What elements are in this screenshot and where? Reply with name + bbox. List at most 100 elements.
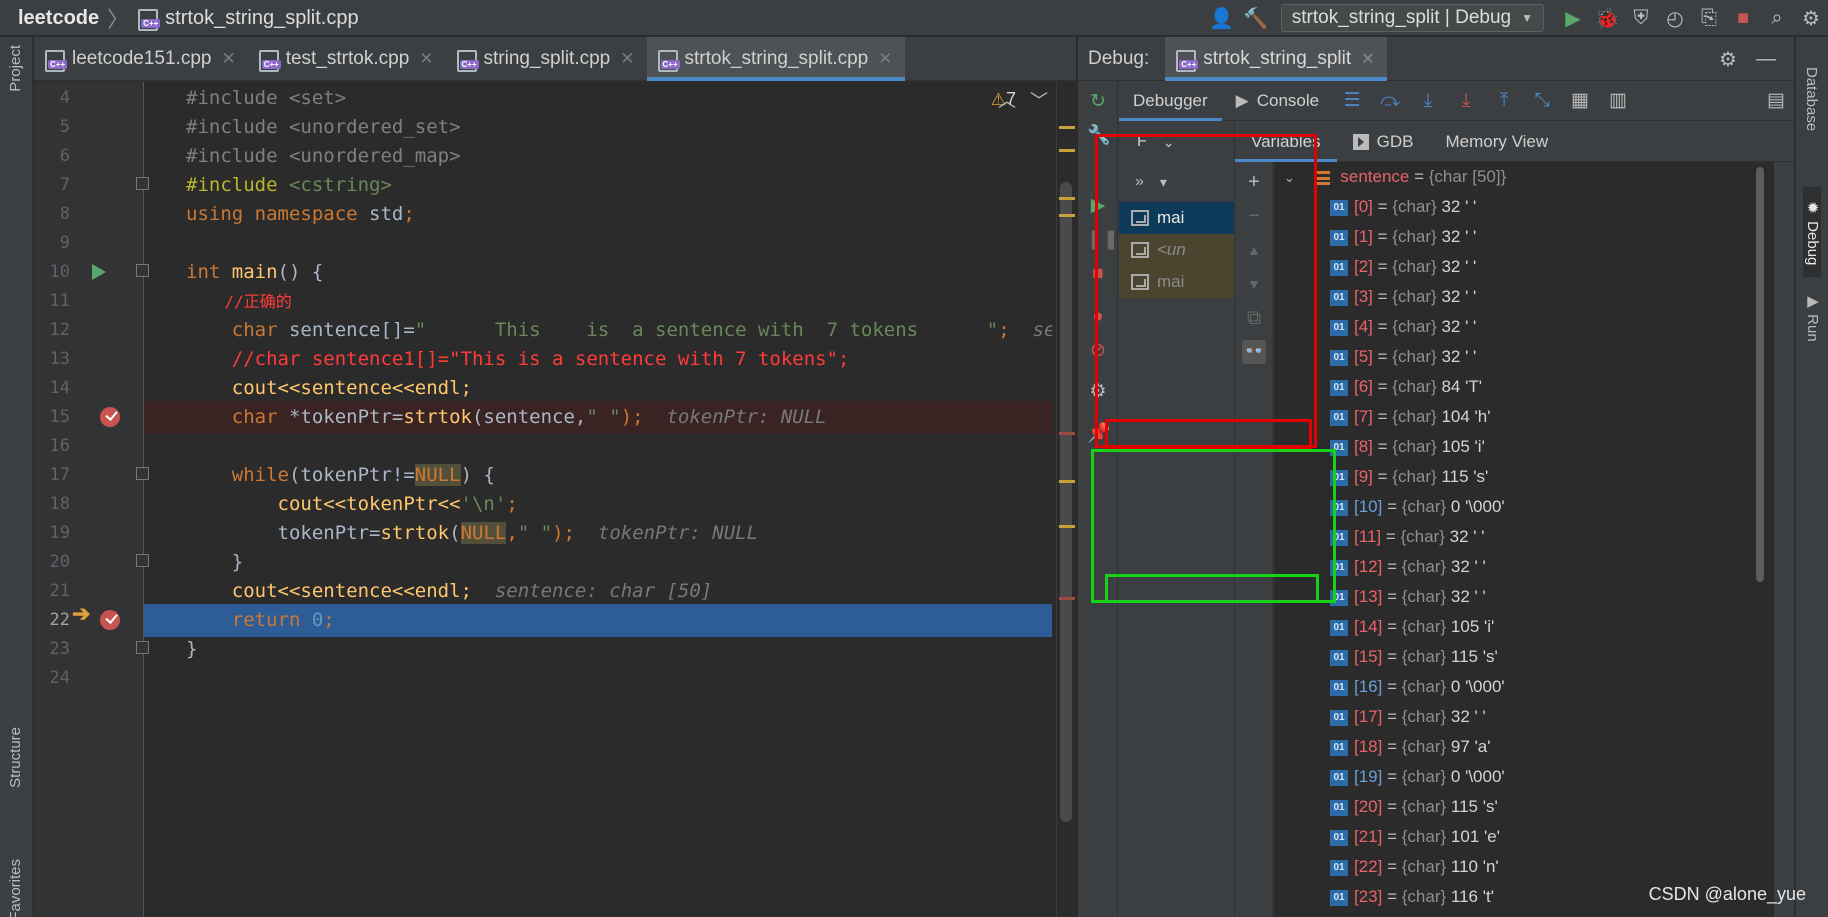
- layout-icon[interactable]: ▥: [1599, 81, 1637, 121]
- item-value: 32 ' ': [1449, 527, 1485, 546]
- primitive-value-icon: 01: [1330, 199, 1348, 216]
- item-index: [22]: [1354, 857, 1383, 876]
- variable-item-row[interactable]: 01 [22] = {char} 110 'n': [1330, 852, 1499, 882]
- variables-scrollbar[interactable]: [1754, 162, 1766, 917]
- search-icon[interactable]: ⌕: [1760, 0, 1794, 36]
- variable-item-row[interactable]: 01 [7] = {char} 104 'h': [1330, 402, 1491, 432]
- breakpoint-icon[interactable]: [100, 610, 120, 630]
- tab-gdb[interactable]: GDB: [1337, 122, 1430, 162]
- run-configuration-select[interactable]: strtok_string_split | Debug ▼: [1280, 4, 1544, 32]
- tab-string-split[interactable]: string_split.cpp ✕: [446, 37, 647, 81]
- profile-icon[interactable]: ◴: [1658, 0, 1692, 36]
- settings-gear-icon[interactable]: ⚙: [1709, 47, 1747, 72]
- item-type: {char}: [1392, 287, 1437, 306]
- variable-item-row[interactable]: 01 [21] = {char} 101 'e': [1330, 822, 1500, 852]
- variable-item-row[interactable]: 01 [2] = {char} 32 ' ': [1330, 252, 1476, 282]
- variable-item-row[interactable]: 01 [10] = {char} 0 '\000': [1330, 492, 1505, 522]
- variable-item-row[interactable]: 01 [9] = {char} 115 's': [1330, 462, 1488, 492]
- run-gutter-icon[interactable]: [92, 264, 106, 280]
- warning-stripe-marker[interactable]: [1059, 214, 1075, 217]
- step-into-icon[interactable]: ⤓: [1409, 81, 1447, 121]
- evaluate-expression-icon[interactable]: ▦: [1561, 81, 1599, 121]
- debug-tool-button[interactable]: ✹ Debug: [1803, 187, 1821, 278]
- variable-item-row[interactable]: 01 [0] = {char} 32 ' ': [1330, 192, 1476, 222]
- structure-tool-button[interactable]: Structure: [7, 727, 24, 788]
- variables-scrollbar-thumb[interactable]: [1756, 167, 1764, 582]
- variable-item-row[interactable]: 01 [5] = {char} 32 ' ': [1330, 342, 1476, 372]
- stop-icon[interactable]: ■: [1726, 0, 1760, 36]
- hammer-icon[interactable]: 🔨: [1239, 0, 1273, 36]
- variable-item-row[interactable]: 01 [19] = {char} 0 '\000': [1330, 762, 1505, 792]
- close-icon[interactable]: ✕: [419, 49, 433, 69]
- warning-stripe-marker[interactable]: [1059, 480, 1075, 483]
- variable-item-row[interactable]: 01 [3] = {char} 32 ' ': [1330, 282, 1476, 312]
- item-type: {char}: [1401, 827, 1447, 846]
- breakpoint-icon[interactable]: [100, 407, 120, 427]
- variable-item-row[interactable]: 01 [16] = {char} 0 '\000': [1330, 672, 1505, 702]
- breadcrumb-project[interactable]: leetcode: [18, 7, 99, 30]
- editor-scrollbar-thumb[interactable]: [1060, 182, 1072, 822]
- warning-stripe-marker[interactable]: [1059, 525, 1075, 528]
- variable-item-row[interactable]: 01 [20] = {char} 115 's': [1330, 792, 1498, 822]
- attach-icon[interactable]: ⎘: [1692, 0, 1726, 36]
- variable-item-row[interactable]: 01 [6] = {char} 84 'T': [1330, 372, 1482, 402]
- variable-item-row[interactable]: 01 [4] = {char} 32 ' ': [1330, 312, 1476, 342]
- close-icon[interactable]: ✕: [878, 49, 892, 69]
- editor-scrollbar[interactable]: [1056, 82, 1076, 917]
- variable-item-row[interactable]: 01 [1] = {char} 32 ' ': [1330, 222, 1476, 252]
- item-value: 32 ' ': [1450, 557, 1486, 576]
- item-index: [21]: [1354, 827, 1383, 846]
- warning-stripe-marker[interactable]: [1059, 126, 1075, 129]
- restore-layout-icon[interactable]: ▤: [1757, 81, 1795, 121]
- breakpoint-stripe-marker[interactable]: [1059, 597, 1075, 600]
- tab-leetcode151[interactable]: leetcode151.cpp ✕: [34, 37, 248, 81]
- breadcrumb-separator: 〉: [107, 7, 130, 32]
- user-icon[interactable]: 👤: [1205, 0, 1239, 36]
- rerun-icon[interactable]: ↻: [1087, 91, 1109, 113]
- run-icon[interactable]: ▶: [1556, 0, 1590, 36]
- variable-item-row[interactable]: 01 [18] = {char} 97 'a': [1330, 732, 1490, 762]
- step-over-icon[interactable]: ⤼: [1371, 81, 1409, 121]
- debug-session-tab[interactable]: strtok_string_split ✕: [1165, 36, 1387, 81]
- settings-gear-icon[interactable]: ⚙: [1794, 0, 1828, 36]
- tab-memory-view[interactable]: Memory View: [1429, 122, 1564, 162]
- menu-lines-icon[interactable]: ☰: [1333, 81, 1371, 121]
- breakpoint-stripe-marker[interactable]: [1059, 432, 1075, 435]
- tab-test-strtok[interactable]: test_strtok.cpp ✕: [248, 37, 446, 81]
- close-icon[interactable]: ✕: [620, 49, 634, 69]
- favorites-tool-button[interactable]: Favorites: [7, 859, 24, 917]
- variable-item-row[interactable]: 01 [15] = {char} 115 's': [1330, 642, 1498, 672]
- variable-item-row[interactable]: 01 [8] = {char} 105 'i': [1330, 432, 1485, 462]
- run-tool-button[interactable]: ▶ Run: [1803, 292, 1821, 342]
- variable-item-row[interactable]: 01 [13] = {char} 32 ' ': [1330, 582, 1486, 612]
- equals-sign: =: [1409, 167, 1429, 186]
- database-tool-button[interactable]: Database: [1803, 67, 1820, 131]
- debug-bug-icon[interactable]: 🐞: [1590, 0, 1624, 36]
- equals-sign: =: [1372, 197, 1393, 216]
- variable-item-row[interactable]: 01 [23] = {char} 116 't': [1330, 882, 1494, 912]
- force-step-into-icon[interactable]: ⤓: [1447, 81, 1485, 121]
- run-to-cursor-icon[interactable]: ⤡: [1523, 81, 1561, 121]
- breadcrumb-file[interactable]: strtok_string_split.cpp: [165, 7, 358, 30]
- warning-stripe-marker[interactable]: [1059, 149, 1075, 152]
- variables-tab-bar: Variables GDB Memory View: [1235, 122, 1795, 162]
- tab-debugger[interactable]: Debugger: [1119, 80, 1222, 121]
- minimize-icon[interactable]: —: [1747, 48, 1785, 71]
- close-icon[interactable]: ✕: [221, 49, 235, 69]
- tab-console[interactable]: ▶ Console: [1222, 81, 1333, 121]
- warning-stripe-marker[interactable]: [1059, 197, 1075, 200]
- chevron-up-icon[interactable]: ︿: [998, 91, 1030, 111]
- close-icon[interactable]: ✕: [1361, 49, 1374, 69]
- coverage-icon[interactable]: ⛨: [1624, 0, 1658, 36]
- variable-item-row[interactable]: 01 [12] = {char} 32 ' ': [1330, 552, 1486, 582]
- variable-item-row[interactable]: 01 [11] = {char} 32 ' ': [1330, 522, 1485, 552]
- code-editor[interactable]: 4 5 6 7 8 9 10 11 12 13 14 15 16 17 18 1…: [34, 82, 1076, 917]
- equals-sign: =: [1372, 437, 1393, 456]
- variable-item-row[interactable]: 01 [17] = {char} 32 ' ': [1330, 702, 1486, 732]
- step-out-icon[interactable]: ⤒: [1485, 81, 1523, 121]
- variable-root[interactable]: ⌄ sentence = {char [50]}: [1284, 162, 1506, 192]
- variables-tree[interactable]: ⌄ sentence = {char [50]} 01 [0] = {char} …: [1274, 162, 1774, 917]
- variable-item-row[interactable]: 01 [14] = {char} 105 'i': [1330, 612, 1494, 642]
- project-tool-button[interactable]: Project: [7, 45, 24, 92]
- tab-strtok-string-split[interactable]: strtok_string_split.cpp ✕: [646, 37, 905, 81]
